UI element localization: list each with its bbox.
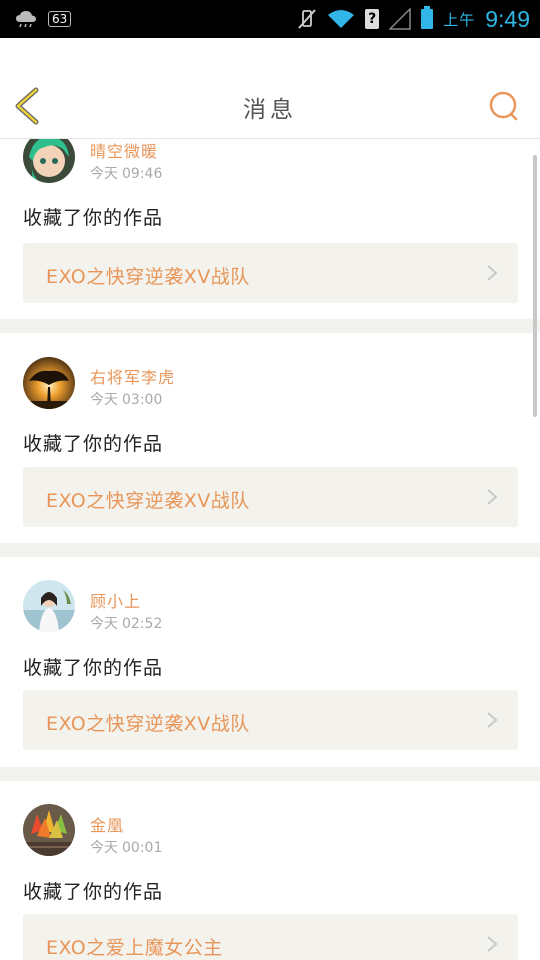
username[interactable]: 金凰 [90,812,124,836]
timestamp-day: 今天 [90,166,118,182]
list-item: 金凰 今天 00:01 收藏了你的作品 EXO之爱上魔女公主 [0,781,540,960]
chevron-right-icon [487,712,498,728]
username[interactable]: 右将军李虎 [90,364,175,388]
action-text: 收藏了你的作品 [23,207,164,229]
action-text: 收藏了你的作品 [23,657,164,679]
action-text: 收藏了你的作品 [23,881,164,903]
timestamp-day: 今天 [90,840,118,856]
username[interactable]: 晴空微暖 [90,139,158,162]
timestamp: 今天 00:01 [90,837,162,857]
work-title: EXO之快穿逆袭XV战队 [46,266,250,288]
chevron-right-icon [487,489,498,505]
timestamp-time: 02:52 [122,616,163,632]
search-icon [489,91,518,121]
battery-icon [421,6,434,29]
timestamp: 今天 02:52 [90,613,162,633]
clock-ampm: 上午 [443,10,476,29]
weather-cloud-icon [14,9,38,29]
divider [0,319,540,333]
chevron-right-icon [487,936,498,952]
work-link-card[interactable]: EXO之快穿逆袭XV战队 [23,243,518,303]
page-title: 消息 [243,97,297,123]
timestamp-time: 03:00 [122,392,163,408]
status-right: ? 上午 9:49 [297,0,530,38]
divider [0,543,540,557]
timestamp-day: 今天 [90,392,118,408]
avatar[interactable] [23,357,75,409]
sim-unknown-icon: ? [365,9,380,29]
avatar[interactable] [23,804,75,856]
list-item: 晴空微暖 今天 09:46 收藏了你的作品 EXO之快穿逆袭XV战队 [0,139,540,319]
work-title: EXO之快穿逆袭XV战队 [46,490,250,512]
signal-icon [389,8,411,30]
work-title: EXO之快穿逆袭XV战队 [46,713,250,735]
avatar[interactable] [23,139,75,183]
status-bar: 63 ? 上午 9:49 [0,0,540,38]
timestamp: 今天 09:46 [90,163,162,183]
timestamp-day: 今天 [90,616,118,632]
work-link-card[interactable]: EXO之爱上魔女公主 [23,914,518,960]
timestamp-time: 09:46 [122,166,163,182]
divider [0,767,540,781]
work-link-card[interactable]: EXO之快穿逆袭XV战队 [23,467,518,527]
status-left: 63 [14,0,72,38]
work-link-card[interactable]: EXO之快穿逆袭XV战队 [23,690,518,750]
message-list[interactable]: 晴空微暖 今天 09:46 收藏了你的作品 EXO之快穿逆袭XV战队 右将军李虎… [0,139,540,960]
vibrate-mute-icon [297,8,317,30]
username[interactable]: 顾小上 [90,588,141,612]
list-item: 右将军李虎 今天 03:00 收藏了你的作品 EXO之快穿逆袭XV战队 [0,333,540,543]
action-text: 收藏了你的作品 [23,433,164,455]
chevron-right-icon [487,265,498,281]
search-button[interactable] [488,90,520,122]
scrollbar[interactable] [533,155,537,417]
list-item: 顾小上 今天 02:52 收藏了你的作品 EXO之快穿逆袭XV战队 [0,557,540,767]
clock-time: 9:49 [485,5,530,32]
wifi-icon [327,9,355,29]
notification-badge: 63 [48,11,72,27]
timestamp: 今天 03:00 [90,389,162,409]
avatar[interactable] [23,580,75,632]
timestamp-time: 00:01 [122,840,163,856]
app-header: 消息 [0,38,540,139]
work-title: EXO之爱上魔女公主 [46,937,223,959]
